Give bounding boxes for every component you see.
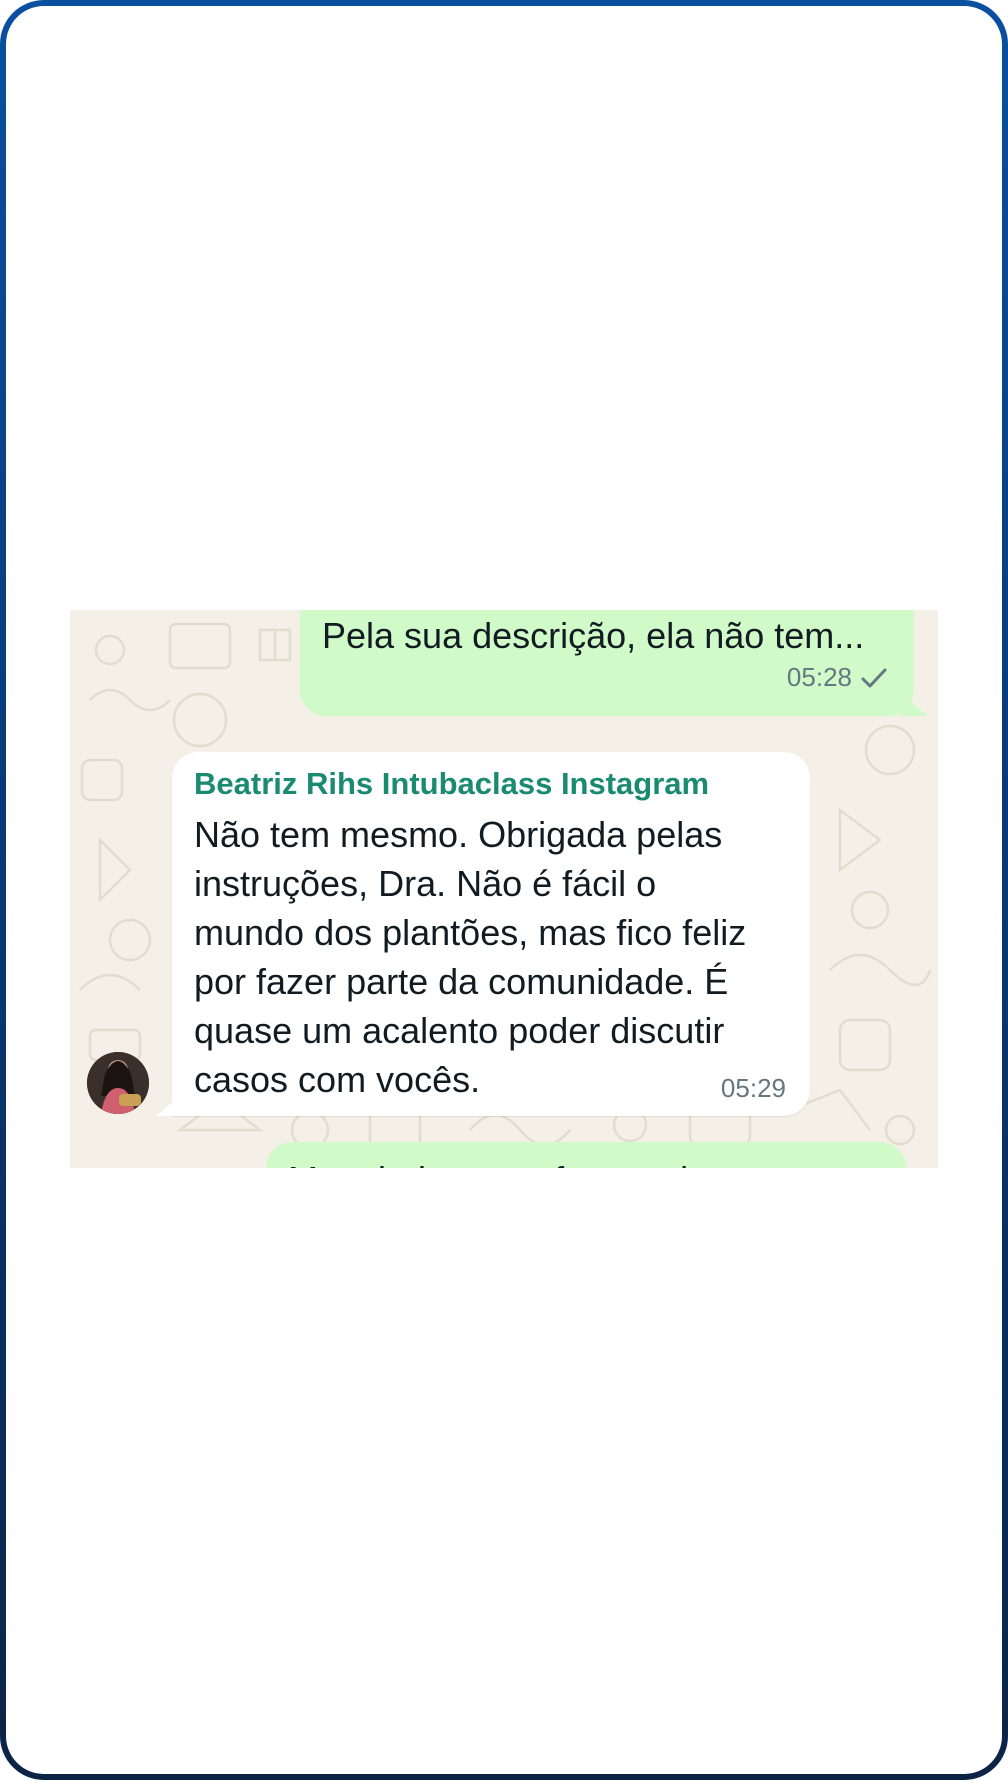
sender-name[interactable]: Beatriz Rihs Intubaclass Instagram <box>194 766 709 802</box>
message-text: Não tem mesmo. Obrigada pelas instruções… <box>194 810 794 1104</box>
message-line: casos com vocês. <box>194 1059 481 1100</box>
chat-conversation[interactable]: Pela sua descrição, ela não tem... 05:28… <box>70 610 938 1168</box>
device-frame: Pela sua descrição, ela não tem... 05:28… <box>0 0 1008 1780</box>
message-line: quase um acalento poder discutir <box>194 1010 725 1051</box>
outgoing-message-bubble[interactable]: Manejaria como fratura de arco <box>266 1142 906 1168</box>
outgoing-message-bubble[interactable]: Pela sua descrição, ela não tem... 05:28 <box>300 610 914 716</box>
message-line: por fazer parte da comunidade. É <box>194 961 729 1002</box>
screen: Pela sua descrição, ela não tem... 05:28… <box>6 6 1002 1774</box>
single-check-icon <box>860 666 888 690</box>
avatar[interactable] <box>87 1052 149 1114</box>
message-line: mundo dos plantões, mas fico feliz <box>194 912 747 953</box>
avatar-photo <box>87 1052 149 1114</box>
message-meta: 05:28 <box>787 662 888 693</box>
message-text: Manejaria como fratura de arco <box>288 1158 788 1168</box>
message-time: 05:29 <box>720 1073 786 1103</box>
incoming-message-bubble[interactable]: Beatriz Rihs Intubaclass Instagram Não t… <box>172 752 810 1116</box>
message-time: 05:28 <box>786 662 852 692</box>
message-text: Pela sua descrição, ela não tem... <box>322 615 865 656</box>
message-line: Não tem mesmo. Obrigada pelas <box>194 814 723 855</box>
message-line: instruções, Dra. Não é fácil o <box>194 863 657 904</box>
